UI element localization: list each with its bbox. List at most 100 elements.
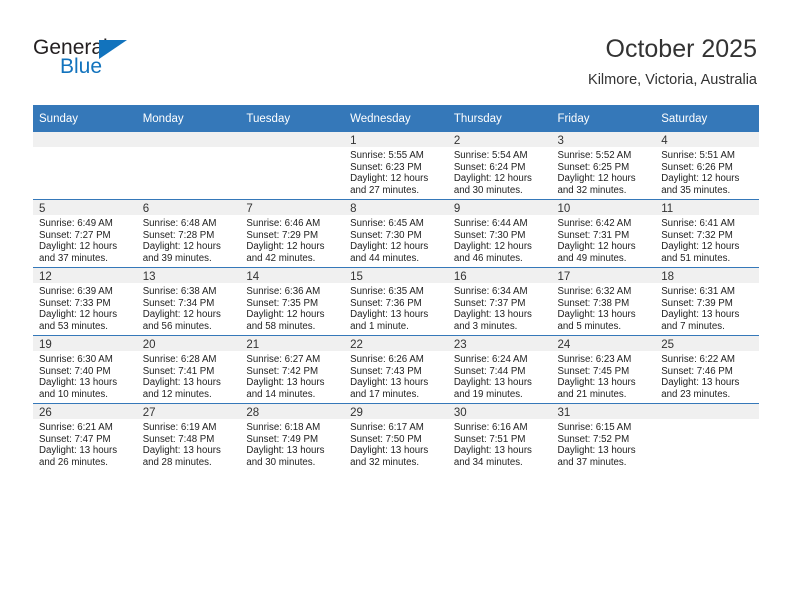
calendar-day-cell[interactable]: 14 Sunrise: 6:36 AM Sunset: 7:35 PM Dayligh…	[240, 267, 345, 336]
sunset-text: Sunset: 7:28 PM	[142, 229, 215, 241]
day-details: Sunrise: 6:26 AM Sunset: 7:43 PM Daylight:…	[344, 351, 448, 400]
calendar-day-cell[interactable]: 11 Sunrise: 6:41 AM Sunset: 7:32 PM Dayligh…	[655, 199, 759, 268]
sunset-text: Sunset: 7:27 PM	[39, 229, 111, 241]
daylight-text-line2: and 32 minutes.	[557, 184, 627, 196]
day-number: 26	[33, 404, 137, 419]
daylight-text-line1: Daylight: 13 hours	[39, 445, 118, 457]
calendar-day-cell[interactable]: 6 Sunrise: 6:48 AM Sunset: 7:28 PM Daylight…	[136, 199, 241, 268]
calendar-day-cell[interactable]: 4 Sunrise: 5:51 AM Sunset: 6:26 PM Daylight…	[655, 132, 759, 200]
daylight-text-line2: and 17 minutes.	[350, 388, 420, 400]
day-number: 12	[33, 268, 137, 283]
daylight-text-line1: Daylight: 13 hours	[350, 309, 429, 321]
day-details: Sunrise: 5:55 AM Sunset: 6:23 PM Daylight:…	[344, 147, 448, 196]
calendar-week-row: 1 Sunrise: 5:55 AM Sunset: 6:23 PM Daylight…	[33, 132, 759, 200]
calendar-day-cell[interactable]: 17 Sunrise: 6:32 AM Sunset: 7:38 PM Dayligh…	[551, 267, 656, 336]
day-details: Sunrise: 6:23 AM Sunset: 7:45 PM Daylight:…	[552, 351, 656, 400]
weekday-header-row: Sunday Monday Tuesday Wednesday Thursday…	[33, 105, 759, 132]
sunset-text: Sunset: 7:50 PM	[350, 433, 422, 445]
sunrise-text: Sunrise: 6:42 AM	[557, 218, 632, 229]
sunset-text: Sunset: 7:29 PM	[246, 229, 319, 241]
daylight-text-line1: Daylight: 12 hours	[661, 241, 740, 253]
calendar-day-cell[interactable]: 9 Sunrise: 6:44 AM Sunset: 7:30 PM Daylight…	[447, 199, 552, 268]
calendar-day-cell[interactable]: 22 Sunrise: 6:26 AM Sunset: 7:43 PM Dayligh…	[344, 335, 448, 404]
sunset-text: Sunset: 7:45 PM	[557, 365, 630, 377]
daylight-text-line1: Daylight: 13 hours	[142, 445, 221, 457]
calendar-day-cell[interactable]: 19 Sunrise: 6:30 AM Sunset: 7:40 PM Dayligh…	[33, 335, 137, 404]
daylight-text-line2: and 7 minutes.	[661, 320, 725, 332]
calendar-day-cell[interactable]: 29 Sunrise: 6:17 AM Sunset: 7:50 PM Dayligh…	[344, 403, 448, 471]
calendar-day-cell[interactable]: 1 Sunrise: 5:55 AM Sunset: 6:23 PM Daylight…	[344, 132, 448, 200]
calendar-day-cell[interactable]: 20 Sunrise: 6:28 AM Sunset: 7:41 PM Dayligh…	[136, 335, 241, 404]
day-number: 18	[655, 268, 759, 283]
day-number: 3	[551, 132, 656, 147]
sunset-text: Sunset: 7:44 PM	[453, 365, 526, 377]
weekday-header-wednesday: Wednesday	[344, 105, 448, 132]
day-number: 14	[240, 268, 345, 283]
sunrise-text: Sunrise: 6:24 AM	[453, 354, 528, 365]
day-details: Sunrise: 6:41 AM Sunset: 7:32 PM Daylight:…	[655, 215, 759, 264]
day-details: Sunrise: 6:15 AM Sunset: 7:52 PM Daylight:…	[552, 419, 656, 468]
calendar-day-cell[interactable]: 18 Sunrise: 6:31 AM Sunset: 7:39 PM Dayligh…	[655, 267, 759, 336]
day-number: 7	[240, 200, 345, 215]
daylight-text-line2: and 14 minutes.	[246, 388, 316, 400]
sunset-text: Sunset: 7:32 PM	[661, 229, 733, 241]
calendar-day-cell[interactable]: 23 Sunrise: 6:24 AM Sunset: 7:44 PM Dayligh…	[447, 335, 552, 404]
sunrise-text: Sunrise: 6:17 AM	[350, 422, 424, 433]
weekday-header-saturday: Saturday	[655, 105, 759, 132]
daylight-text-line2: and 10 minutes.	[39, 388, 108, 400]
daylight-text-line1: Daylight: 13 hours	[246, 445, 325, 457]
calendar-day-cell[interactable]: 5 Sunrise: 6:49 AM Sunset: 7:27 PM Daylight…	[33, 199, 137, 268]
calendar-day-cell-empty	[33, 132, 137, 200]
daylight-text-line2: and 30 minutes.	[453, 184, 523, 196]
calendar-week-row: 5 Sunrise: 6:49 AM Sunset: 7:27 PM Daylight…	[33, 199, 759, 268]
daylight-text-line1: Daylight: 13 hours	[557, 445, 636, 457]
calendar-day-cell-empty	[240, 132, 345, 200]
calendar-day-cell[interactable]: 13 Sunrise: 6:38 AM Sunset: 7:34 PM Dayligh…	[136, 267, 241, 336]
sunrise-text: Sunrise: 6:30 AM	[39, 354, 113, 365]
daylight-text-line1: Daylight: 13 hours	[39, 377, 118, 389]
calendar-day-cell[interactable]: 26 Sunrise: 6:21 AM Sunset: 7:47 PM Dayligh…	[33, 403, 137, 471]
sunset-text: Sunset: 7:40 PM	[39, 365, 111, 377]
calendar-day-cell[interactable]: 8 Sunrise: 6:45 AM Sunset: 7:30 PM Daylight…	[344, 199, 448, 268]
daylight-text-line1: Daylight: 13 hours	[453, 445, 532, 457]
calendar-day-cell[interactable]: 7 Sunrise: 6:46 AM Sunset: 7:29 PM Daylight…	[240, 199, 345, 268]
sunrise-text: Sunrise: 6:19 AM	[142, 422, 217, 433]
calendar-day-cell[interactable]: 24 Sunrise: 6:23 AM Sunset: 7:45 PM Dayligh…	[551, 335, 656, 404]
calendar-day-cell[interactable]: 21 Sunrise: 6:27 AM Sunset: 7:42 PM Dayligh…	[240, 335, 345, 404]
day-details: Sunrise: 6:46 AM Sunset: 7:29 PM Daylight:…	[240, 215, 344, 264]
daylight-text-line2: and 53 minutes.	[39, 320, 108, 332]
calendar-day-cell[interactable]: 3 Sunrise: 5:52 AM Sunset: 6:25 PM Daylight…	[551, 132, 656, 200]
calendar-week-row: 12 Sunrise: 6:39 AM Sunset: 7:33 PM Dayligh…	[33, 267, 759, 336]
page-subtitle-location: Kilmore, Victoria, Australia	[588, 72, 757, 88]
calendar-day-cell[interactable]: 25 Sunrise: 6:22 AM Sunset: 7:46 PM Dayligh…	[655, 335, 759, 404]
calendar-day-cell[interactable]: 28 Sunrise: 6:18 AM Sunset: 7:49 PM Dayligh…	[240, 403, 345, 471]
calendar-day-cell[interactable]: 10 Sunrise: 6:42 AM Sunset: 7:31 PM Dayligh…	[551, 199, 656, 268]
calendar-day-cell[interactable]: 12 Sunrise: 6:39 AM Sunset: 7:33 PM Dayligh…	[33, 267, 137, 336]
calendar-day-cell[interactable]: 16 Sunrise: 6:34 AM Sunset: 7:37 PM Dayligh…	[447, 267, 552, 336]
sunrise-text: Sunrise: 6:23 AM	[557, 354, 632, 365]
day-details: Sunrise: 6:21 AM Sunset: 7:47 PM Daylight:…	[33, 419, 137, 468]
sunset-text: Sunset: 7:35 PM	[246, 297, 319, 309]
daylight-text-line2: and 5 minutes.	[557, 320, 622, 332]
calendar-day-cell[interactable]: 31 Sunrise: 6:15 AM Sunset: 7:52 PM Dayligh…	[551, 403, 656, 471]
calendar-day-cell[interactable]: 15 Sunrise: 6:35 AM Sunset: 7:36 PM Dayligh…	[344, 267, 448, 336]
sunrise-text: Sunrise: 6:31 AM	[661, 286, 735, 297]
daylight-text-line2: and 3 minutes.	[453, 320, 518, 332]
calendar-day-cell[interactable]: 2 Sunrise: 5:54 AM Sunset: 6:24 PM Daylight…	[447, 132, 552, 200]
daylight-text-line2: and 21 minutes.	[557, 388, 627, 400]
day-details: Sunrise: 6:28 AM Sunset: 7:41 PM Daylight:…	[137, 351, 241, 400]
day-number: 9	[447, 200, 552, 215]
daylight-text-line1: Daylight: 12 hours	[39, 309, 118, 321]
sunrise-text: Sunrise: 6:15 AM	[557, 422, 632, 433]
sunset-text: Sunset: 7:43 PM	[350, 365, 422, 377]
daylight-text-line2: and 37 minutes.	[557, 456, 627, 468]
calendar-day-cell[interactable]: 27 Sunrise: 6:19 AM Sunset: 7:48 PM Dayligh…	[136, 403, 241, 471]
general-blue-logo[interactable]: General Blue	[33, 36, 213, 84]
sunrise-text: Sunrise: 6:35 AM	[350, 286, 424, 297]
day-number: 15	[344, 268, 448, 283]
daylight-text-line1: Daylight: 12 hours	[453, 173, 532, 185]
sunset-text: Sunset: 7:33 PM	[39, 297, 111, 309]
day-details: Sunrise: 6:36 AM Sunset: 7:35 PM Daylight:…	[240, 283, 344, 332]
sunrise-text: Sunrise: 6:41 AM	[661, 218, 735, 229]
calendar-day-cell[interactable]: 30 Sunrise: 6:16 AM Sunset: 7:51 PM Dayligh…	[447, 403, 552, 471]
